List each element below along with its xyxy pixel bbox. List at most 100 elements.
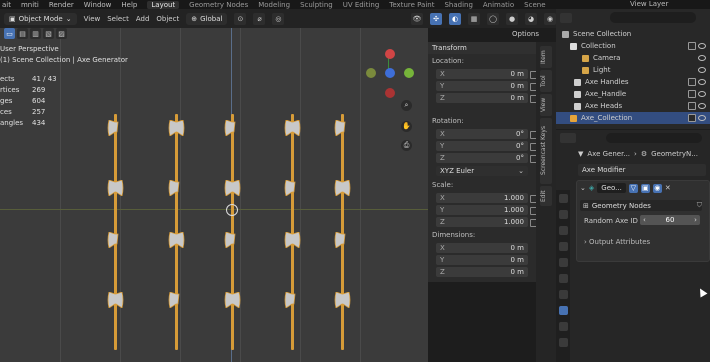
dimensions-z-field[interactable]: Z 0 m <box>436 267 528 277</box>
menu-window[interactable]: Window <box>84 1 112 9</box>
output-tab-icon[interactable] <box>559 226 568 235</box>
eye-icon[interactable] <box>698 103 706 109</box>
mode-dropdown[interactable]: ▣ Object Mode ⌄ <box>4 12 77 25</box>
scale-x-field[interactable]: X 1.000 <box>436 193 528 203</box>
transform-orientation-dropdown[interactable]: ⊕ Global <box>186 12 228 25</box>
workspace-tab-sculpting[interactable]: Sculpting <box>300 1 333 9</box>
modifier-name-field[interactable]: Geo... <box>597 183 626 193</box>
rotation-x-field[interactable]: X 0° <box>436 129 528 139</box>
axe-mesh[interactable] <box>283 226 301 290</box>
exclude-checkbox[interactable] <box>688 78 696 86</box>
exclude-checkbox[interactable] <box>688 90 696 98</box>
node-group-selector[interactable]: ⊞ Geometry Nodes ⛉ <box>580 200 702 211</box>
select-extend-icon[interactable]: ▤ <box>17 28 28 39</box>
world-tab-icon[interactable] <box>559 274 568 283</box>
transform-panel-title[interactable]: Transform <box>432 44 467 52</box>
scene-tab-icon[interactable] <box>559 258 568 267</box>
shading-rendered-icon[interactable]: ◉ <box>544 12 556 25</box>
viewport-menu-add[interactable]: Add <box>136 15 150 23</box>
view-layer-selector[interactable]: View Layer <box>626 0 673 9</box>
select-box-icon[interactable]: ▭ <box>4 28 15 39</box>
snap-icon[interactable]: ⌀ <box>253 12 266 25</box>
output-attributes-header[interactable]: › Output Attributes <box>584 238 650 246</box>
tab-edit[interactable]: Edit <box>540 186 552 206</box>
location-y-field[interactable]: Y 0 m <box>436 81 528 91</box>
workspace-tab-texture-paint[interactable]: Texture Paint <box>389 1 434 9</box>
view-layer-tab-icon[interactable] <box>559 242 568 251</box>
camera-view-icon[interactable]: ⎙ <box>401 140 412 151</box>
axe-mesh[interactable] <box>283 286 301 350</box>
outliner-row[interactable]: Axe_Handle <box>556 88 710 100</box>
rotation-mode-dropdown[interactable]: XYZ Euler ⌄ <box>436 166 528 176</box>
axe-mesh[interactable] <box>167 226 185 290</box>
menu-render[interactable]: Render <box>49 1 74 9</box>
axe-mesh[interactable] <box>167 114 185 178</box>
gizmo-toggle-icon[interactable]: ✣ <box>430 12 442 25</box>
tab-tool[interactable]: Tool <box>540 70 552 92</box>
axe-mesh[interactable] <box>223 286 241 350</box>
3d-cursor-icon[interactable] <box>226 204 238 216</box>
workspace-tab-uv-editing[interactable]: UV Editing <box>343 1 380 9</box>
select-invert-icon[interactable]: ▧ <box>43 28 54 39</box>
zoom-icon[interactable]: ⌕ <box>401 100 412 111</box>
outliner-row[interactable]: Axe Handles <box>556 76 710 88</box>
axe-mesh[interactable] <box>333 114 351 178</box>
close-icon[interactable]: ✕ <box>665 184 671 192</box>
pan-hand-icon[interactable]: ✋ <box>401 121 412 132</box>
shading-material-icon[interactable]: ◕ <box>525 12 537 25</box>
pivot-point-icon[interactable]: ⊙ <box>234 12 247 25</box>
tab-screencast-keys[interactable]: Screencast Keys <box>540 118 552 184</box>
rotation-z-field[interactable]: Z 0° <box>436 153 528 163</box>
select-intersect-icon[interactable]: ▨ <box>56 28 67 39</box>
outliner-row[interactable]: Light <box>556 64 710 76</box>
tab-item[interactable]: Item <box>540 46 552 68</box>
properties-type-icon[interactable] <box>560 133 576 143</box>
axe-mesh[interactable] <box>333 286 351 350</box>
random-axe-id-field[interactable]: ‹ 60 › <box>640 215 700 225</box>
tab-view[interactable]: View <box>540 94 552 116</box>
viewport-toggle-icon[interactable]: ▣ <box>640 183 650 193</box>
scale-z-field[interactable]: Z 1.000 <box>436 217 528 227</box>
axe-mesh[interactable] <box>283 114 301 178</box>
axe-mesh[interactable] <box>167 286 185 350</box>
workspace-tab-modeling[interactable]: Modeling <box>258 1 290 9</box>
gizmo-z-axis-icon[interactable] <box>385 49 395 59</box>
menu-help[interactable]: Help <box>121 1 137 9</box>
viewport-menu-select[interactable]: Select <box>107 15 129 23</box>
axe-mesh[interactable] <box>106 286 124 350</box>
dimensions-x-field[interactable]: X 0 m <box>436 243 528 253</box>
scale-y-field[interactable]: Y 1.000 <box>436 205 528 215</box>
viewport-menu-object[interactable]: Object <box>156 15 179 23</box>
outliner-row[interactable]: Axe Heads <box>556 100 710 112</box>
render-tab-icon[interactable] <box>559 210 568 219</box>
axe-mesh[interactable] <box>106 114 124 178</box>
gizmo-neg-z-axis-icon[interactable] <box>385 88 395 98</box>
render-toggle-icon[interactable]: ◉ <box>652 183 662 193</box>
outliner-row[interactable]: Scene Collection <box>556 28 710 40</box>
shading-solid-icon[interactable]: ● <box>506 12 518 25</box>
select-subtract-icon[interactable]: ▥ <box>30 28 41 39</box>
gizmo-neg-y-axis-icon[interactable] <box>366 68 376 78</box>
exclude-checkbox[interactable] <box>688 114 696 122</box>
axe-mesh[interactable] <box>106 226 124 290</box>
eye-icon[interactable] <box>698 55 706 61</box>
axe-mesh[interactable] <box>333 226 351 290</box>
axe-mesh[interactable] <box>223 114 241 178</box>
chevron-down-icon[interactable]: ⌄ <box>580 184 586 192</box>
menu-edit[interactable]: mniti <box>21 1 39 9</box>
modifier-tab-icon[interactable] <box>559 306 568 315</box>
chevron-right-icon[interactable]: › <box>694 216 697 224</box>
outliner-display-mode-icon[interactable] <box>560 13 572 23</box>
workspace-tab-geometry-nodes[interactable]: Geometry Nodes <box>189 1 248 9</box>
proportional-editing-icon[interactable]: ◎ <box>272 12 285 25</box>
shading-wireframe-icon[interactable]: ◯ <box>487 12 499 25</box>
scene-selector[interactable]: Scene <box>524 1 545 9</box>
eye-icon[interactable] <box>698 67 706 73</box>
add-modifier-button[interactable]: Axe Modifier <box>578 164 706 176</box>
particles-tab-icon[interactable] <box>559 322 568 331</box>
exclude-checkbox[interactable] <box>688 42 696 50</box>
workspace-tab-layout[interactable]: Layout <box>147 0 180 9</box>
location-z-field[interactable]: Z 0 m <box>436 93 528 103</box>
navigation-gizmo[interactable] <box>362 44 420 106</box>
menu-file[interactable]: ait <box>2 1 11 9</box>
